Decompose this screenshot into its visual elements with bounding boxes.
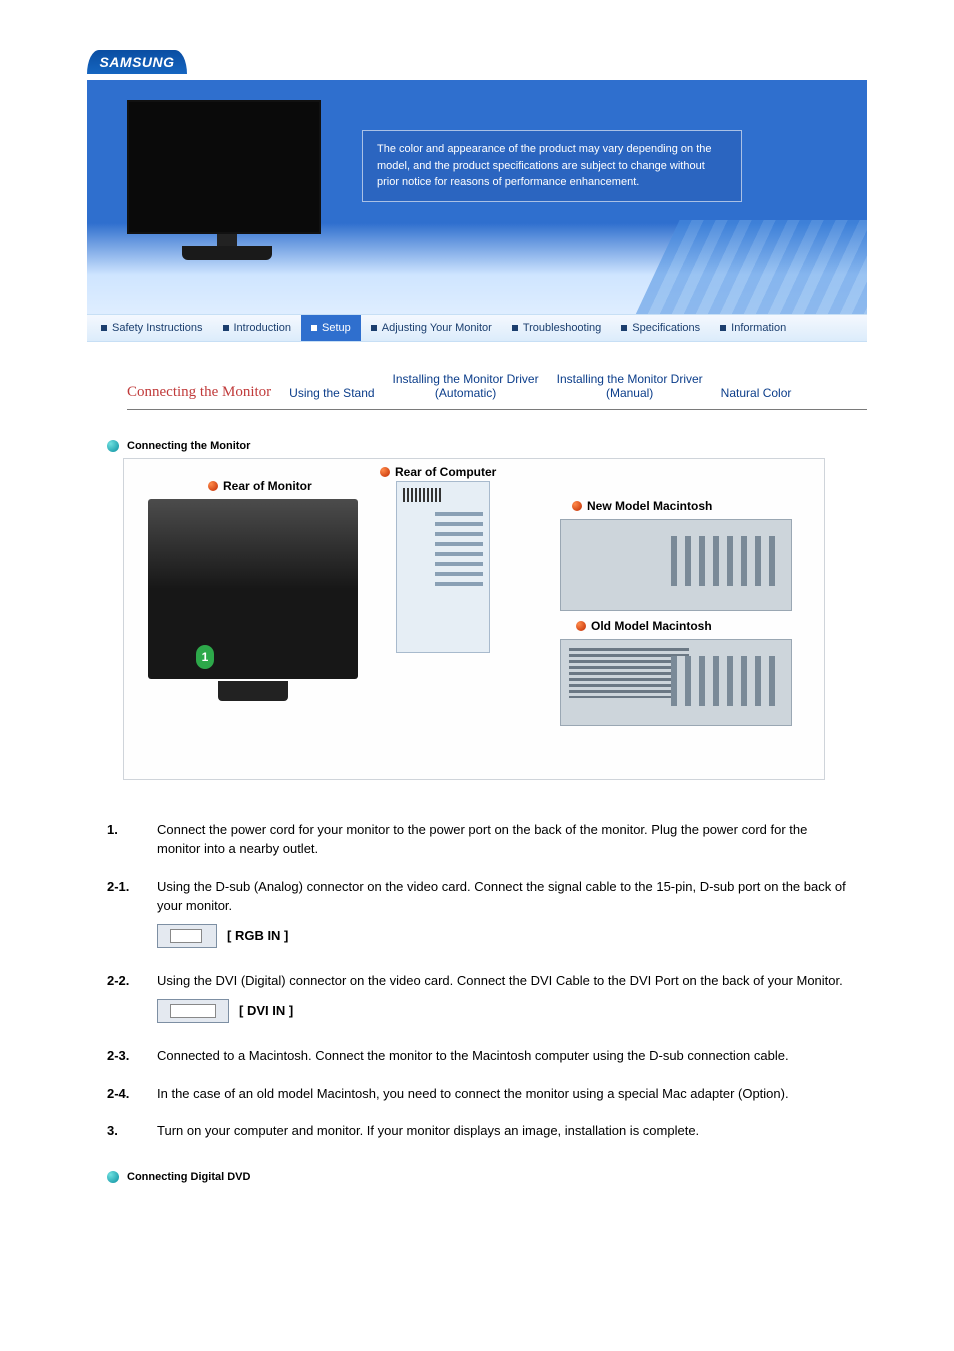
nav-safety-instructions[interactable]: Safety Instructions (91, 315, 213, 341)
subtab-natural-color[interactable]: Natural Color (721, 386, 792, 406)
square-bullet-icon (720, 325, 726, 331)
nav-label: Safety Instructions (112, 322, 203, 334)
square-bullet-icon (371, 325, 377, 331)
nav-label: Setup (322, 322, 351, 334)
subtab-driver-auto[interactable]: Installing the Monitor Driver (Automatic… (393, 372, 539, 407)
square-bullet-icon (223, 325, 229, 331)
step-row: 1. Connect the power cord for your monit… (107, 820, 847, 859)
brand-logo: SAMSUNG (87, 50, 187, 74)
step-text: In the case of an old model Macintosh, y… (157, 1084, 847, 1104)
nav-specifications[interactable]: Specifications (611, 315, 710, 341)
step-text: Connect the power cord for your monitor … (157, 820, 847, 859)
steps-list: 1. Connect the power cord for your monit… (107, 820, 847, 1141)
rgb-port-icon (157, 924, 217, 948)
dvi-port-icon (157, 999, 229, 1023)
subtab-using-stand[interactable]: Using the Stand (289, 386, 374, 406)
step-number: 2-4. (107, 1084, 157, 1104)
port-rgb: [ RGB IN ] (157, 924, 288, 948)
step-text: Turn on your computer and monitor. If yo… (157, 1121, 847, 1141)
nav-label: Adjusting Your Monitor (382, 322, 492, 334)
step-text: Using the DVI (Digital) connector on the… (157, 971, 847, 991)
diagram-monitor-image (148, 499, 358, 679)
step-row: 2-4. In the case of an old model Macinto… (107, 1084, 847, 1104)
sub-nav: Connecting the Monitor Using the Stand I… (127, 372, 867, 410)
step-number: 3. (107, 1121, 157, 1141)
label-rear-monitor: Rear of Monitor (208, 479, 312, 493)
label-new-mac: New Model Macintosh (572, 499, 712, 513)
diagram-pc-image (396, 481, 490, 653)
hero-notice: The color and appearance of the product … (362, 130, 742, 202)
square-bullet-icon (101, 325, 107, 331)
section-heading-dvd: Connecting Digital DVD (107, 1171, 867, 1183)
step-row: 2-2. Using the DVI (Digital) connector o… (107, 971, 847, 1028)
step-number: 1. (107, 820, 157, 859)
nav-adjusting[interactable]: Adjusting Your Monitor (361, 315, 502, 341)
diagram-old-mac-image (560, 639, 792, 726)
hero-banner: The color and appearance of the product … (87, 80, 867, 340)
red-dot-icon (576, 621, 586, 631)
main-nav: Safety Instructions Introduction Setup A… (87, 314, 867, 342)
nav-introduction[interactable]: Introduction (213, 315, 301, 341)
label-rear-computer: Rear of Computer (380, 465, 496, 479)
step-text: Using the D-sub (Analog) connector on th… (157, 877, 847, 916)
hero-monitor-image (127, 100, 327, 270)
subtab-connecting-monitor[interactable]: Connecting the Monitor (127, 383, 271, 407)
nav-label: Information (731, 322, 786, 334)
square-bullet-icon (512, 325, 518, 331)
nav-setup[interactable]: Setup (301, 315, 361, 341)
diagram-callout-1: 1 (196, 645, 214, 669)
section-title: Connecting Digital DVD (127, 1171, 250, 1183)
diagram-new-mac-image (560, 519, 792, 611)
step-row: 3. Turn on your computer and monitor. If… (107, 1121, 847, 1141)
step-number: 2-1. (107, 877, 157, 954)
bullet-icon (107, 440, 119, 452)
connection-diagram: Rear of Monitor Rear of Computer New Mod… (123, 458, 825, 780)
square-bullet-icon (311, 325, 317, 331)
port-label: [ RGB IN ] (227, 926, 288, 946)
square-bullet-icon (621, 325, 627, 331)
nav-information[interactable]: Information (710, 315, 796, 341)
red-dot-icon (380, 467, 390, 477)
red-dot-icon (572, 501, 582, 511)
subtab-driver-manual[interactable]: Installing the Monitor Driver (Manual) (557, 372, 703, 407)
step-text: Connected to a Macintosh. Connect the mo… (157, 1046, 847, 1066)
section-title: Connecting the Monitor (127, 440, 250, 452)
red-dot-icon (208, 481, 218, 491)
nav-label: Specifications (632, 322, 700, 334)
nav-label: Introduction (234, 322, 291, 334)
section-heading-connecting: Connecting the Monitor (107, 440, 867, 452)
port-label: [ DVI IN ] (239, 1001, 293, 1021)
port-dvi: [ DVI IN ] (157, 999, 293, 1023)
step-row: 2-3. Connected to a Macintosh. Connect t… (107, 1046, 847, 1066)
step-number: 2-3. (107, 1046, 157, 1066)
step-number: 2-2. (107, 971, 157, 1028)
nav-troubleshooting[interactable]: Troubleshooting (502, 315, 611, 341)
step-row: 2-1. Using the D-sub (Analog) connector … (107, 877, 847, 954)
label-old-mac: Old Model Macintosh (576, 619, 712, 633)
nav-label: Troubleshooting (523, 322, 601, 334)
bullet-icon (107, 1171, 119, 1183)
